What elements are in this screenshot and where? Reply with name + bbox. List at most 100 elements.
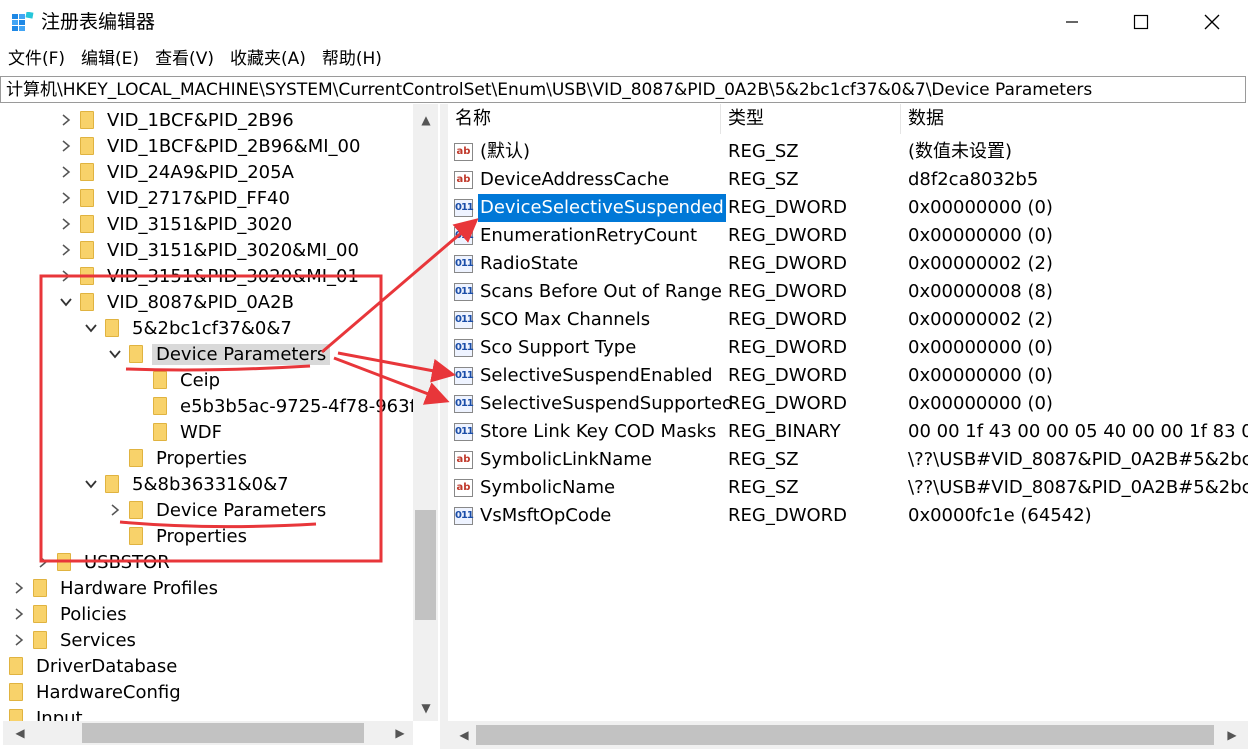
pane-splitter[interactable] <box>440 104 448 749</box>
value-type: REG_DWORD <box>728 505 848 526</box>
chevron-down-icon[interactable] <box>83 476 99 492</box>
tree-node-label: Properties <box>156 447 247 469</box>
chevron-right-icon[interactable] <box>58 190 74 206</box>
value-name: SelectiveSuspendEnabled <box>480 365 713 386</box>
values-scroll-left-arrow-icon[interactable]: ◀ <box>454 725 474 745</box>
folder-icon <box>80 189 94 207</box>
menu-file[interactable]: 文件(F) <box>0 44 73 74</box>
tree-node[interactable]: VID_2717&PID_FF40 <box>58 185 294 211</box>
tree-node[interactable]: Services <box>11 627 140 653</box>
menu-edit[interactable]: 编辑(E) <box>73 44 147 74</box>
tree-node[interactable]: WDF <box>131 419 226 445</box>
column-header-type[interactable]: 类型 <box>721 104 901 134</box>
tree-node[interactable]: Properties <box>107 445 251 471</box>
value-row[interactable]: 011 EnumerationRetryCount REG_DWORD 0x00000… <box>448 222 1248 250</box>
chevron-down-icon[interactable] <box>83 320 99 336</box>
tree-node-label: HardwareConfig <box>36 681 181 703</box>
value-row[interactable]: ab DeviceAddressCache REG_SZ d8f2ca8032b5 <box>448 166 1248 194</box>
value-type: REG_DWORD <box>728 281 848 302</box>
chevron-down-icon[interactable] <box>58 294 74 310</box>
values-scroll-right-arrow-icon[interactable]: ▶ <box>1222 725 1242 745</box>
chevron-down-icon[interactable] <box>107 346 123 362</box>
tree-node[interactable]: VID_3151&PID_3020&MI_01 <box>58 263 363 289</box>
tree-node[interactable]: VID_1BCF&PID_2B96&MI_00 <box>58 133 364 159</box>
scroll-down-arrow-icon[interactable]: ▼ <box>416 698 436 718</box>
chevron-right-icon[interactable] <box>58 138 74 154</box>
value-row[interactable]: 011 DeviceSelectiveSuspended REG_DWORD 0x00… <box>448 193 1248 223</box>
minimize-button[interactable] <box>1040 0 1104 44</box>
chevron-right-icon[interactable] <box>58 216 74 232</box>
tree-node[interactable]: 5&2bc1cf37&0&7 <box>83 315 296 341</box>
tree-vertical-scroll-thumb[interactable] <box>415 510 436 620</box>
address-bar[interactable]: 计算机\HKEY_LOCAL_MACHINE\SYSTEM\CurrentCon… <box>0 76 1246 103</box>
tree-node[interactable]: VID_3151&PID_3020&MI_00 <box>58 237 363 263</box>
tree-node[interactable]: Device Parameters <box>107 497 330 523</box>
registry-editor-app-icon <box>12 12 34 31</box>
tree-node[interactable]: e5b3b5ac-9725-4f78-963f- <box>131 393 425 419</box>
value-row[interactable]: 011 RadioState REG_DWORD 0x00000002 (2) <box>448 250 1248 278</box>
tree-node[interactable]: Ceip <box>131 367 224 393</box>
folder-icon <box>80 215 94 233</box>
tree-node[interactable]: Properties <box>107 523 251 549</box>
tree-horizontal-scroll-thumb[interactable] <box>82 723 364 743</box>
value-type: REG_SZ <box>728 477 799 498</box>
column-header-name[interactable]: 名称 <box>448 104 721 134</box>
tree-node[interactable]: VID_24A9&PID_205A <box>58 159 298 185</box>
value-name: (默认) <box>480 141 531 162</box>
menu-help[interactable]: 帮助(H) <box>314 44 390 74</box>
value-row[interactable]: 011 Scans Before Out of Range REG_DWORD 0x0… <box>448 278 1248 306</box>
menu-favorites[interactable]: 收藏夹(A) <box>222 44 314 74</box>
scroll-left-arrow-icon[interactable]: ◀ <box>10 723 30 743</box>
value-row[interactable]: 011 SCO Max Channels REG_DWORD 0x00000002 (… <box>448 306 1248 334</box>
folder-icon <box>80 111 94 129</box>
value-data: d8f2ca8032b5 <box>908 169 1039 190</box>
tree-node[interactable]: VID_3151&PID_3020 <box>58 211 296 237</box>
value-row[interactable]: ab (默认) REG_SZ (数值未设置) <box>448 138 1248 166</box>
scroll-up-arrow-icon[interactable]: ▲ <box>416 110 436 130</box>
chevron-right-icon[interactable] <box>11 632 27 648</box>
value-data: (数值未设置) <box>908 141 1013 162</box>
value-row[interactable]: 011 VsMsftOpCode REG_DWORD 0x0000fc1e (6454… <box>448 502 1248 530</box>
string-value-icon: ab <box>454 451 473 469</box>
chevron-right-icon[interactable] <box>11 606 27 622</box>
column-header-data[interactable]: 数据 <box>901 104 1248 134</box>
value-data: 0x00000002 (2) <box>908 253 1053 274</box>
maximize-button[interactable] <box>1109 0 1173 44</box>
value-row[interactable]: ab SymbolicLinkName REG_SZ \??\USB#VID_8087… <box>448 446 1248 474</box>
menu-view[interactable]: 查看(V) <box>147 44 222 74</box>
value-row[interactable]: 011 SelectiveSuspendEnabled REG_DWORD 0x000… <box>448 362 1248 390</box>
tree-node[interactable]: USBSTOR <box>35 549 174 575</box>
chevron-right-icon[interactable] <box>35 554 51 570</box>
tree-node[interactable]: VID_8087&PID_0A2B <box>58 289 298 315</box>
tree-node-label: VID_3151&PID_3020&MI_00 <box>107 239 359 261</box>
chevron-right-icon[interactable] <box>58 112 74 128</box>
value-row[interactable]: 011 SelectiveSuspendSupported REG_DWORD 0x0… <box>448 390 1248 418</box>
chevron-right-icon[interactable] <box>58 242 74 258</box>
value-type: REG_DWORD <box>728 393 848 414</box>
close-button[interactable] <box>1180 0 1244 44</box>
tree-node[interactable]: Hardware Profiles <box>11 575 222 601</box>
tree-node[interactable]: DriverDatabase <box>3 653 181 679</box>
value-name: SCO Max Channels <box>480 309 651 330</box>
tree-node[interactable]: 5&8b36331&0&7 <box>83 471 293 497</box>
values-horizontal-scroll-thumb[interactable] <box>476 725 1214 745</box>
tree-node-label: Device Parameters <box>152 343 331 365</box>
chevron-right-icon[interactable] <box>58 164 74 180</box>
tree-vertical-scrollbar[interactable] <box>413 104 438 721</box>
chevron-right-icon[interactable] <box>107 502 123 518</box>
tree-node-label: Services <box>60 629 136 651</box>
tree-node[interactable]: Device Parameters <box>107 341 331 367</box>
value-row[interactable]: 011 Sco Support Type REG_DWORD 0x00000000 (… <box>448 334 1248 362</box>
tree-node[interactable]: HardwareConfig <box>3 679 185 705</box>
tree-node[interactable]: VID_1BCF&PID_2B96 <box>58 107 298 133</box>
tree-node[interactable]: Policies <box>11 601 131 627</box>
value-type: REG_DWORD <box>728 365 848 386</box>
value-row[interactable]: 011 Store Link Key COD Masks REG_BINARY 00 … <box>448 418 1248 446</box>
value-row[interactable]: ab SymbolicName REG_SZ \??\USB#VID_8087&PID… <box>448 474 1248 502</box>
chevron-right-icon[interactable] <box>11 580 27 596</box>
value-name: Sco Support Type <box>480 337 637 358</box>
scroll-right-arrow-icon[interactable]: ▶ <box>390 723 410 743</box>
chevron-right-icon[interactable] <box>58 268 74 284</box>
